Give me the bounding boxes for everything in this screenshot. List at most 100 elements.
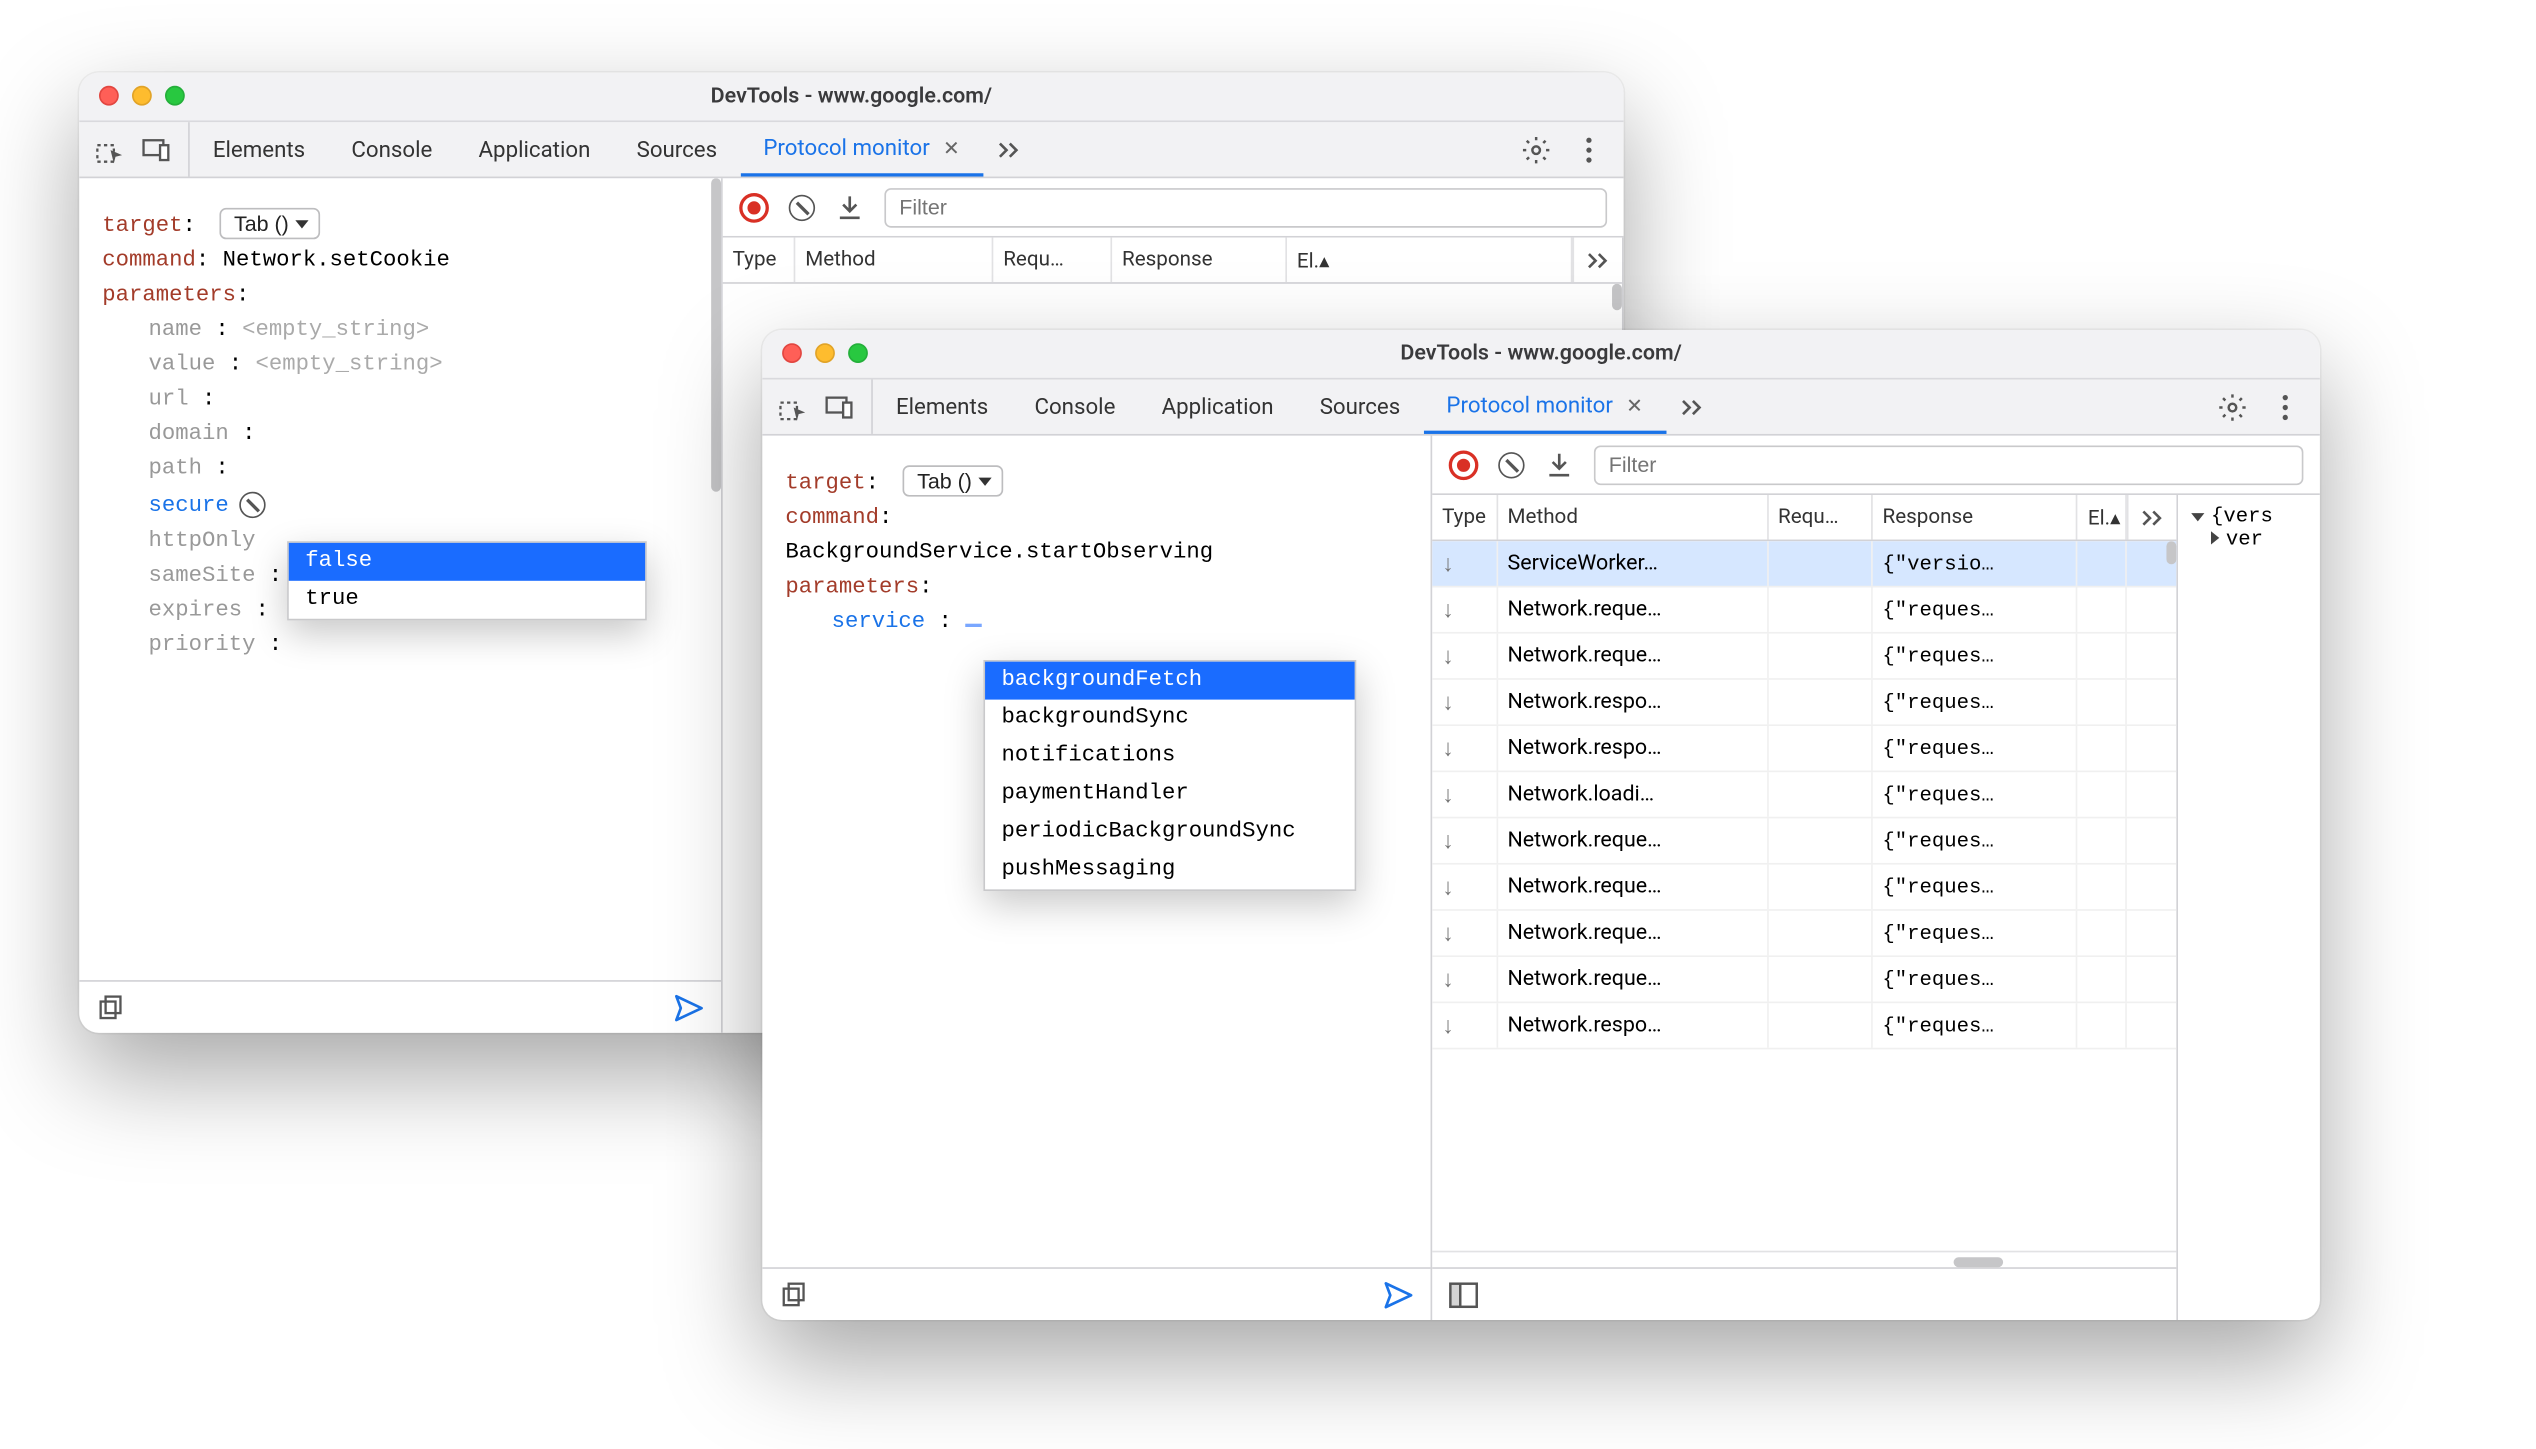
- table-hscroll-thumb[interactable]: [1953, 1257, 2003, 1267]
- command-value[interactable]: BackgroundService.startObserving: [785, 541, 1213, 566]
- table-row[interactable]: ↓Network.reque…{"reques…: [1432, 634, 2176, 680]
- filter-input[interactable]: [884, 187, 1607, 227]
- ac-item-true[interactable]: true: [289, 581, 645, 619]
- target-select[interactable]: Tab (): [219, 208, 320, 239]
- settings-gear-icon[interactable]: [1521, 134, 1551, 164]
- tab-console[interactable]: Console: [328, 122, 455, 176]
- th-type[interactable]: Type: [723, 238, 796, 283]
- table-row[interactable]: ↓Network.reque…{"reques…: [1432, 587, 2176, 633]
- ac-item[interactable]: notifications: [985, 738, 1355, 776]
- settings-gear-icon[interactable]: [2218, 392, 2248, 422]
- caret-down-icon[interactable]: [2191, 513, 2204, 521]
- tab-sources[interactable]: Sources: [1297, 380, 1424, 434]
- close-icon[interactable]: [99, 86, 119, 106]
- copy-icon[interactable]: [779, 1280, 809, 1310]
- tab-elements[interactable]: Elements: [873, 380, 1012, 434]
- device-toolbar-icon[interactable]: [142, 134, 172, 164]
- tab-application[interactable]: Application: [1139, 380, 1297, 434]
- cell-response: {"versio…: [1872, 541, 2077, 586]
- tab-console[interactable]: Console: [1011, 380, 1138, 434]
- minimize-icon[interactable]: [132, 86, 152, 106]
- table-scrollbar-thumb[interactable]: [1612, 284, 1622, 310]
- table-row[interactable]: ↓Network.reque…{"reques…: [1432, 957, 2176, 1003]
- th-method[interactable]: Method: [1498, 495, 1769, 540]
- more-tabs-icon[interactable]: [1666, 380, 1719, 434]
- th-more-icon[interactable]: [1572, 238, 1622, 283]
- table-row[interactable]: ↓Network.respo…{"reques…: [1432, 1003, 2176, 1049]
- param-service-value[interactable]: [965, 624, 982, 627]
- cell-type: ↓: [1432, 957, 1497, 1002]
- close-icon[interactable]: [782, 343, 802, 363]
- more-tabs-icon[interactable]: [983, 122, 1036, 176]
- titlebar[interactable]: DevTools - www.google.com/: [762, 330, 2320, 380]
- tab-elements[interactable]: Elements: [190, 122, 329, 176]
- th-more-icon[interactable]: [2127, 495, 2176, 540]
- filter-input[interactable]: [1594, 445, 2303, 485]
- command-value[interactable]: Network.setCookie: [223, 249, 450, 274]
- cell-method: Network.reque…: [1498, 587, 1768, 632]
- th-elapsed[interactable]: El.▴: [2078, 495, 2128, 540]
- send-icon[interactable]: [1384, 1280, 1414, 1310]
- editor-scrollbar-thumb[interactable]: [711, 178, 721, 492]
- record-icon[interactable]: [1449, 450, 1479, 480]
- table-row[interactable]: ↓ServiceWorker…{"versio…: [1432, 541, 2176, 587]
- th-response[interactable]: Response: [1873, 495, 2078, 540]
- table-row[interactable]: ↓Network.reque…{"reques…: [1432, 911, 2176, 957]
- tab-protocol-monitor[interactable]: Protocol monitor ✕: [740, 122, 982, 176]
- minimize-icon[interactable]: [815, 343, 835, 363]
- record-icon[interactable]: [739, 192, 769, 222]
- inspect-icon[interactable]: [96, 134, 126, 164]
- target-select[interactable]: Tab (): [902, 465, 1003, 496]
- table-row[interactable]: ↓Network.loadi…{"reques…: [1432, 772, 2176, 818]
- more-menu-icon[interactable]: [2270, 392, 2300, 422]
- ac-item-false[interactable]: false: [289, 543, 645, 581]
- th-request[interactable]: Requ…: [993, 238, 1112, 283]
- download-icon[interactable]: [1544, 450, 1574, 480]
- tree-root[interactable]: {vers: [2191, 505, 2307, 528]
- device-toolbar-icon[interactable]: [825, 392, 855, 422]
- close-tab-icon[interactable]: ✕: [1626, 394, 1643, 417]
- send-icon[interactable]: [675, 992, 705, 1022]
- ac-item[interactable]: paymentHandler: [985, 776, 1355, 814]
- th-request[interactable]: Requ…: [1768, 495, 1872, 540]
- toggle-sidebar-icon[interactable]: [1449, 1280, 1479, 1310]
- th-response[interactable]: Response: [1112, 238, 1287, 283]
- tab-application[interactable]: Application: [455, 122, 613, 176]
- clear-icon[interactable]: [789, 194, 815, 220]
- table-scrollbar-thumb[interactable]: [2166, 541, 2176, 564]
- param-name-value[interactable]: <empty_string>: [242, 318, 429, 343]
- ac-item[interactable]: periodicBackgroundSync: [985, 813, 1355, 851]
- th-elapsed[interactable]: El.▴: [1287, 238, 1572, 283]
- table-row[interactable]: ↓Network.respo…{"reques…: [1432, 680, 2176, 726]
- tree-child[interactable]: ver: [2191, 528, 2307, 551]
- cell-response: {"reques…: [1872, 957, 2077, 1002]
- ac-item[interactable]: backgroundFetch: [985, 662, 1355, 700]
- param-value-value[interactable]: <empty_string>: [255, 353, 442, 378]
- tab-label: Protocol monitor: [763, 134, 929, 160]
- more-menu-icon[interactable]: [1574, 134, 1604, 164]
- ac-item[interactable]: backgroundSync: [985, 700, 1355, 738]
- clear-value-icon[interactable]: [239, 492, 265, 518]
- zoom-icon[interactable]: [848, 343, 868, 363]
- cell-request: [1768, 541, 1872, 586]
- close-tab-icon[interactable]: ✕: [943, 136, 960, 159]
- cell-elapsed: [2078, 541, 2128, 586]
- table-row[interactable]: ↓Network.respo…{"reques…: [1432, 726, 2176, 772]
- tab-protocol-monitor[interactable]: Protocol monitor ✕: [1423, 380, 1665, 434]
- ac-item[interactable]: pushMessaging: [985, 851, 1355, 889]
- param-value-label: value: [149, 353, 216, 378]
- tab-sources[interactable]: Sources: [613, 122, 740, 176]
- clear-icon[interactable]: [1498, 451, 1524, 477]
- cell-request: [1768, 587, 1872, 632]
- copy-icon[interactable]: [96, 992, 126, 1022]
- caret-right-icon[interactable]: [2211, 531, 2219, 544]
- table-row[interactable]: ↓Network.reque…{"reques…: [1432, 865, 2176, 911]
- th-type[interactable]: Type: [1432, 495, 1497, 540]
- inspect-icon[interactable]: [779, 392, 809, 422]
- titlebar[interactable]: DevTools - www.google.com/: [79, 73, 1623, 123]
- cell-type: ↓: [1432, 865, 1497, 910]
- download-icon[interactable]: [835, 192, 865, 222]
- table-row[interactable]: ↓Network.reque…{"reques…: [1432, 818, 2176, 864]
- th-method[interactable]: Method: [795, 238, 993, 283]
- zoom-icon[interactable]: [165, 86, 185, 106]
